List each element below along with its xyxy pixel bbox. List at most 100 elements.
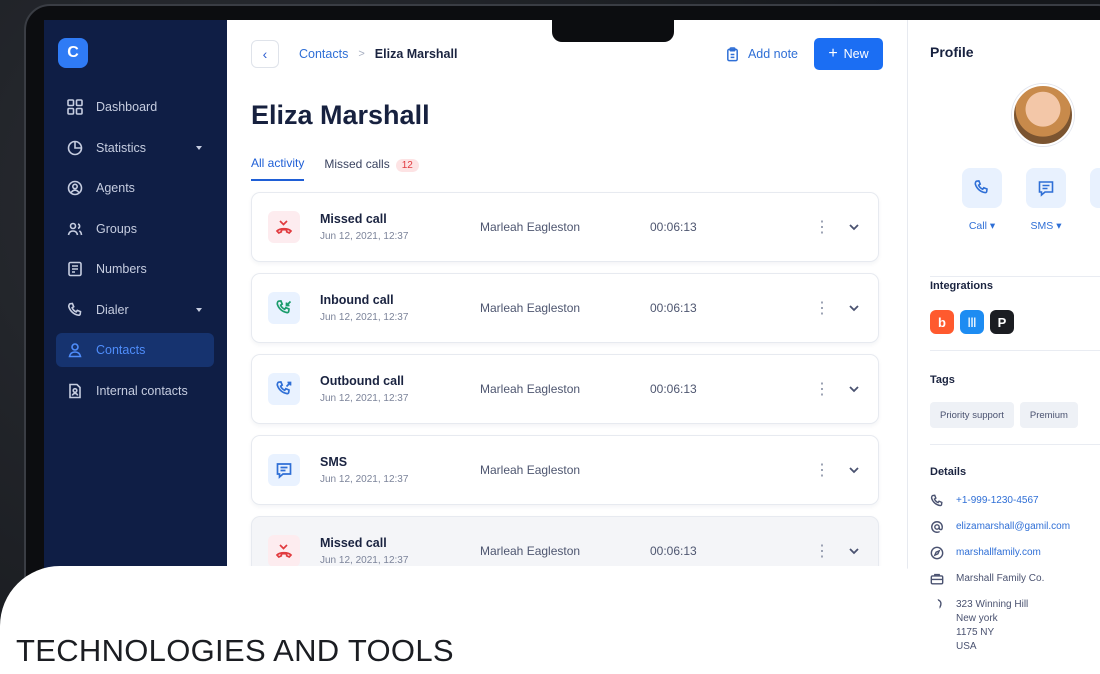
call-button[interactable] (962, 168, 1002, 208)
activity-agent: Marleah Eagleston (480, 463, 581, 477)
missed-call-icon (268, 211, 300, 243)
breadcrumb-parent[interactable]: Contacts (299, 47, 348, 61)
tags-title: Tags (930, 374, 955, 386)
sidebar-item-groups[interactable]: Groups (56, 212, 214, 246)
app-logo[interactable]: C (58, 38, 88, 68)
chevron-down-icon (196, 307, 202, 312)
sidebar-item-label: Internal contacts (96, 383, 188, 398)
tab-label: All activity (251, 156, 305, 170)
email-button[interactable] (1090, 168, 1100, 208)
sidebar-item-dashboard[interactable]: Dashboard (56, 90, 214, 124)
chevron-down-icon[interactable] (846, 543, 862, 559)
more-options-icon[interactable]: ⋮ (812, 541, 832, 561)
detail-company-value: Marshall Family Co. (956, 573, 1045, 584)
chevron-left-icon: ‹ (262, 46, 268, 62)
divider (930, 444, 1100, 445)
detail-email[interactable]: elizamarshall@gamil.com (930, 520, 1100, 534)
activity-row[interactable]: Missed call Jun 12, 2021, 12:37 Marleah E… (251, 192, 879, 262)
detail-website[interactable]: marshallfamily.com (930, 546, 1100, 560)
detail-phone[interactable]: +1-999-1230-4567 (930, 494, 1100, 508)
sidebar-item-label: Contacts (96, 343, 146, 357)
activity-date: Jun 12, 2021, 12:37 (320, 393, 409, 404)
detail-email-value: elizamarshall@gamil.com (956, 521, 1071, 532)
address-line: 1175 NY (956, 627, 995, 638)
tag-chip[interactable]: Premium (1019, 402, 1078, 428)
contact-card-icon (66, 382, 84, 400)
sidebar-item-contacts[interactable]: Contacts (56, 333, 214, 367)
activity-date: Jun 12, 2021, 12:37 (320, 555, 409, 566)
camera-notch (552, 20, 674, 42)
activity-row[interactable]: SMS Jun 12, 2021, 12:37 Marleah Eagleston… (251, 435, 879, 505)
sidebar-item-statistics[interactable]: Statistics (56, 131, 214, 165)
sidebar-item-dialer[interactable]: Dialer (56, 293, 214, 327)
more-options-icon[interactable]: ⋮ (812, 460, 832, 480)
activity-row[interactable]: Outbound call Jun 12, 2021, 12:37 Marleah… (251, 354, 879, 424)
tab-label: Missed calls (324, 156, 390, 171)
activity-date: Jun 12, 2021, 12:37 (320, 312, 409, 323)
details-title: Details (930, 466, 967, 478)
pipedrive-icon[interactable]: P (990, 310, 1014, 334)
activity-row[interactable]: Inbound call Jun 12, 2021, 12:37 Marleah … (251, 273, 879, 343)
user-icon (66, 341, 84, 359)
add-note-label: Add note (747, 47, 798, 61)
chevron-down-icon[interactable] (846, 462, 862, 478)
tags-list: Priority support Premium (930, 402, 1078, 428)
more-options-icon[interactable]: ⋮ (812, 379, 832, 399)
activity-duration: 00:06:13 (650, 301, 697, 315)
hubspot-icon[interactable]: b (930, 310, 954, 334)
tab-missed-calls[interactable]: Missed calls 12 (324, 156, 419, 181)
tag-chip[interactable]: Priority support (930, 402, 1014, 428)
groups-icon (66, 220, 84, 238)
add-note-button[interactable]: Add note (725, 46, 798, 62)
sms-label: SMS (1030, 220, 1054, 232)
call-action[interactable]: Call ▾ (962, 168, 1002, 232)
chevron-down-icon[interactable] (846, 381, 862, 397)
chevron-down-icon (196, 145, 202, 150)
detail-address: 323 Winning Hill New york 1175 NY USA (930, 598, 1100, 654)
address-line: New york (956, 613, 998, 624)
back-button[interactable]: ‹ (251, 40, 279, 68)
phone-icon (930, 494, 944, 508)
chevron-down-icon[interactable] (846, 219, 862, 235)
breadcrumb-separator: > (358, 48, 365, 60)
clipboard-icon (727, 46, 738, 61)
activity-title: Missed call (320, 212, 387, 226)
activity-date: Jun 12, 2021, 12:37 (320, 231, 409, 242)
sidebar-item-internal-contacts[interactable]: Internal contacts (56, 374, 214, 408)
more-options-icon[interactable]: ⋮ (812, 298, 832, 318)
dashboard-icon (66, 98, 84, 116)
avatar (1012, 84, 1074, 146)
sms-button[interactable] (1026, 168, 1066, 208)
numbers-icon (66, 260, 84, 278)
sms-icon (268, 454, 300, 486)
missed-count-badge: 12 (395, 158, 419, 172)
sidebar-item-label: Dashboard (96, 100, 158, 114)
plus-icon: + (828, 45, 838, 62)
more-options-icon[interactable]: ⋮ (812, 217, 832, 237)
sidebar-item-numbers[interactable]: Numbers (56, 252, 214, 286)
chevron-down-icon[interactable] (846, 300, 862, 316)
integrations-title: Integrations (930, 280, 993, 292)
phone-icon (974, 180, 988, 194)
sidebar-item-label: Dialer (96, 302, 129, 317)
activity-agent: Marleah Eagleston (480, 382, 581, 396)
activity-agent: Marleah Eagleston (480, 544, 581, 558)
new-button-label: New (843, 47, 869, 61)
sms-action[interactable]: SMS ▾ (1026, 168, 1066, 232)
intercom-icon[interactable]: ||| (960, 310, 984, 334)
email-action[interactable]: E (1090, 168, 1100, 232)
sms-icon (1038, 181, 1054, 197)
tab-all-activity[interactable]: All activity (251, 156, 305, 181)
activity-agent: Marleah Eagleston (480, 301, 581, 315)
activity-agent: Marleah Eagleston (480, 220, 581, 234)
topbar: ‹ Contacts > Eliza Marshall Add note + N… (251, 38, 883, 70)
new-button[interactable]: + New (814, 38, 883, 70)
section-heading: TECHNOLOGIES AND TOOLS (16, 633, 454, 668)
divider (930, 276, 1100, 277)
divider (930, 350, 1100, 351)
phone-icon (66, 301, 84, 319)
call-label: Call (968, 220, 987, 232)
sidebar-item-agents[interactable]: Agents (56, 171, 214, 205)
activity-title: Inbound call (320, 293, 394, 307)
detail-company: Marshall Family Co. (930, 572, 1100, 586)
